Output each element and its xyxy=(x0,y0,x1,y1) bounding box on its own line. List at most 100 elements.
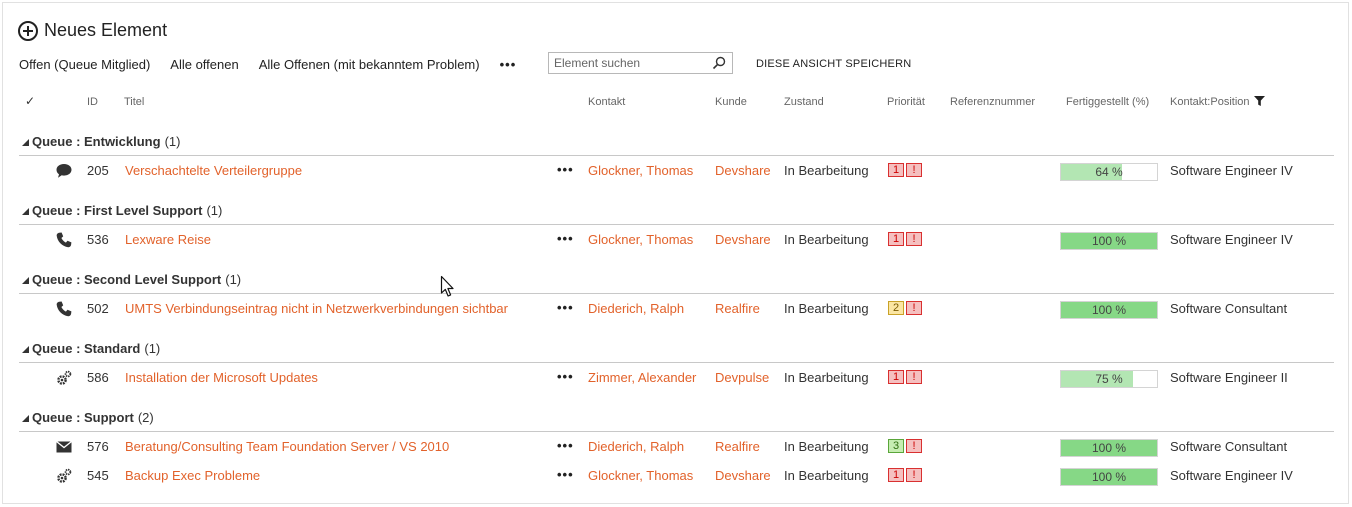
progress-bar: 75 % xyxy=(1060,370,1158,388)
row-contact-link[interactable]: Glockner, Thomas xyxy=(588,468,693,483)
search-box xyxy=(548,52,733,74)
column-header-contact-position-label: Kontakt:Position xyxy=(1170,96,1250,108)
row-contact-link[interactable]: Glockner, Thomas xyxy=(588,163,693,178)
progress-label: 100 % xyxy=(1091,470,1127,484)
row-more-button[interactable]: ••• xyxy=(557,438,574,453)
table-row[interactable]: 586 Installation der Microsoft Updates •… xyxy=(0,364,1352,393)
row-priority: 1 ! xyxy=(888,370,922,384)
priority-flag-badge: ! xyxy=(906,301,922,315)
column-header-priority[interactable]: Priorität xyxy=(887,96,925,108)
progress-bar: 100 % xyxy=(1060,232,1158,250)
view-tab-queue-member[interactable]: Offen (Queue Mitglied) xyxy=(19,57,150,72)
priority-badge: 3 xyxy=(888,439,904,453)
column-header-contact-position[interactable]: Kontakt:Position xyxy=(1170,96,1265,108)
group-divider xyxy=(19,224,1334,225)
column-header-contact[interactable]: Kontakt xyxy=(588,96,625,108)
row-id: 205 xyxy=(87,163,109,178)
row-priority: 2 ! xyxy=(888,301,922,315)
row-contact-link[interactable]: Zimmer, Alexander xyxy=(588,370,696,385)
row-title-link[interactable]: UMTS Verbindungseintrag nicht in Netzwer… xyxy=(125,301,508,316)
row-title-link[interactable]: Backup Exec Probleme xyxy=(125,468,260,483)
view-tab-open-known-problem[interactable]: Alle Offenen (mit bekanntem Problem) xyxy=(259,57,480,72)
row-priority: 1 ! xyxy=(888,468,922,482)
column-header-completed[interactable]: Fertiggestellt (%) xyxy=(1066,96,1149,108)
table-row[interactable]: 205 Verschachtelte Verteilergruppe ••• G… xyxy=(0,157,1352,186)
column-header-id[interactable]: ID xyxy=(87,96,98,108)
progress-label: 100 % xyxy=(1091,303,1127,317)
row-id: 536 xyxy=(87,232,109,247)
row-title-link[interactable]: Beratung/Consulting Team Foundation Serv… xyxy=(125,439,449,454)
group-header-standard[interactable]: Queue : Standard (1) xyxy=(22,341,160,356)
collapse-triangle-icon xyxy=(22,276,29,284)
new-item-button[interactable]: Neues Element xyxy=(18,20,167,41)
row-id: 545 xyxy=(87,468,109,483)
row-more-button[interactable]: ••• xyxy=(557,162,574,177)
column-header-reference[interactable]: Referenznummer xyxy=(950,96,1035,108)
phone-icon xyxy=(56,232,72,248)
row-more-button[interactable]: ••• xyxy=(557,467,574,482)
collapse-triangle-icon xyxy=(22,345,29,353)
group-divider xyxy=(19,155,1334,156)
priority-badge: 1 xyxy=(888,468,904,482)
filter-icon[interactable] xyxy=(1253,96,1265,106)
table-row[interactable]: 576 Beratung/Consulting Team Foundation … xyxy=(0,433,1352,462)
row-title-link[interactable]: Installation der Microsoft Updates xyxy=(125,370,318,385)
group-name: Queue : Standard xyxy=(32,341,141,356)
group-divider xyxy=(19,293,1334,294)
row-contact-position: Software Engineer II xyxy=(1170,370,1288,385)
group-header-support[interactable]: Queue : Support (2) xyxy=(22,410,154,425)
mouse-pointer-icon xyxy=(440,275,454,297)
comment-icon xyxy=(56,164,72,178)
search-input[interactable] xyxy=(549,56,709,70)
table-row[interactable]: 545 Backup Exec Probleme ••• Glockner, T… xyxy=(0,462,1352,491)
row-customer-link[interactable]: Devshare xyxy=(715,468,771,483)
group-count: (1) xyxy=(144,341,161,356)
add-circle-icon xyxy=(18,20,38,41)
progress-label: 100 % xyxy=(1091,441,1127,455)
group-count: (1) xyxy=(225,272,242,287)
priority-flag-badge: ! xyxy=(906,163,922,177)
column-header-title[interactable]: Titel xyxy=(124,96,144,108)
envelope-icon xyxy=(56,440,72,453)
more-views-button[interactable]: ••• xyxy=(500,57,517,72)
priority-badge: 1 xyxy=(888,370,904,384)
group-header-entwicklung[interactable]: Queue : Entwicklung (1) xyxy=(22,134,180,149)
progress-bar: 100 % xyxy=(1060,301,1158,319)
row-customer-link[interactable]: Realfire xyxy=(715,439,760,454)
collapse-triangle-icon xyxy=(22,138,29,146)
column-header-state[interactable]: Zustand xyxy=(784,96,824,108)
row-customer-link[interactable]: Devpulse xyxy=(715,370,769,385)
table-row[interactable]: 502 UMTS Verbindungseintrag nicht in Net… xyxy=(0,295,1352,324)
select-all-checkbox[interactable]: ✓ xyxy=(25,94,35,108)
progress-bar: 64 % xyxy=(1060,163,1158,181)
group-divider xyxy=(19,431,1334,432)
column-header-customer[interactable]: Kunde xyxy=(715,96,747,108)
row-more-button[interactable]: ••• xyxy=(557,300,574,315)
group-header-first-level-support[interactable]: Queue : First Level Support (1) xyxy=(22,203,222,218)
row-contact-link[interactable]: Diederich, Ralph xyxy=(588,439,684,454)
row-customer-link[interactable]: Devshare xyxy=(715,232,771,247)
save-view-button[interactable]: DIESE ANSICHT SPEICHERN xyxy=(756,58,911,70)
table-row[interactable]: 536 Lexware Reise ••• Glockner, Thomas D… xyxy=(0,226,1352,255)
phone-icon xyxy=(56,301,72,317)
priority-badge: 2 xyxy=(888,301,904,315)
view-tabs: Offen (Queue Mitglied) Alle offenen Alle… xyxy=(19,55,516,73)
progress-bar: 100 % xyxy=(1060,468,1158,486)
progress-label: 100 % xyxy=(1091,234,1127,248)
row-state: In Bearbeitung xyxy=(784,163,869,178)
row-contact-link[interactable]: Glockner, Thomas xyxy=(588,232,693,247)
row-title-link[interactable]: Lexware Reise xyxy=(125,232,211,247)
view-tab-all-open[interactable]: Alle offenen xyxy=(170,57,238,72)
row-more-button[interactable]: ••• xyxy=(557,369,574,384)
new-item-label: Neues Element xyxy=(44,20,168,40)
row-contact-link[interactable]: Diederich, Ralph xyxy=(588,301,684,316)
row-customer-link[interactable]: Realfire xyxy=(715,301,760,316)
row-contact-position: Software Consultant xyxy=(1170,301,1288,316)
row-title-link[interactable]: Verschachtelte Verteilergruppe xyxy=(125,163,302,178)
group-header-second-level-support[interactable]: Queue : Second Level Support (1) xyxy=(22,272,241,287)
row-customer-link[interactable]: Devshare xyxy=(715,163,771,178)
search-icon[interactable] xyxy=(712,56,726,70)
group-name: Queue : Second Level Support xyxy=(32,272,222,287)
group-count: (1) xyxy=(164,134,181,149)
row-more-button[interactable]: ••• xyxy=(557,231,574,246)
